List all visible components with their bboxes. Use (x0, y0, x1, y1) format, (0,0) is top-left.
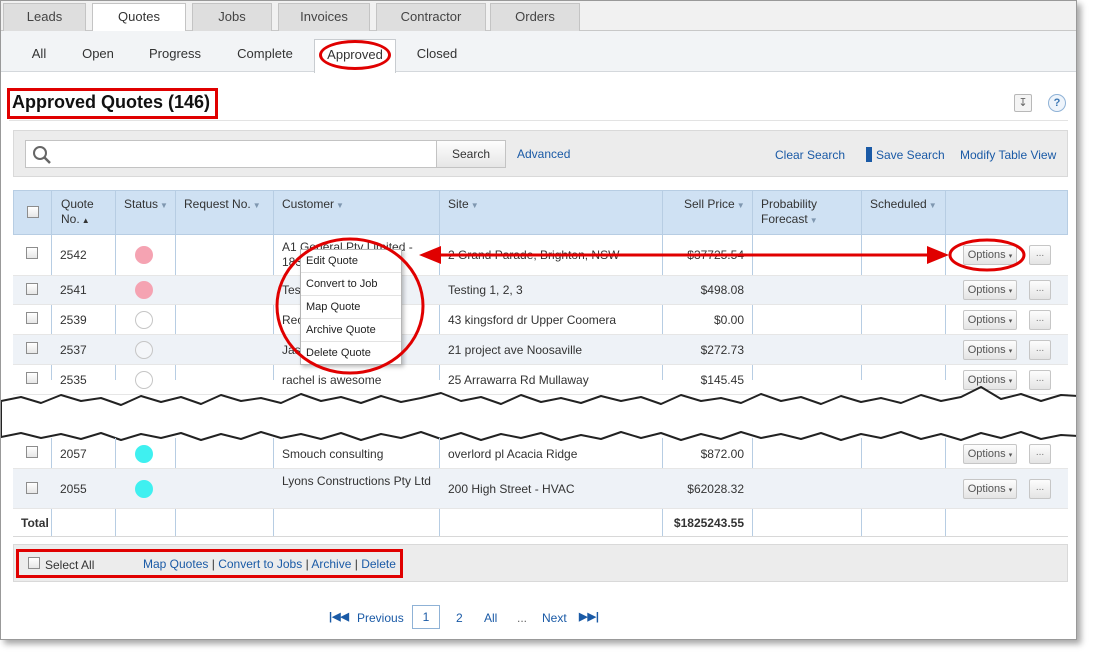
arrow-head-right (927, 246, 949, 264)
app-window: Leads Quotes Jobs Invoices Contractor Or… (0, 0, 1077, 640)
context-menu-highlight-ellipse (275, 237, 425, 375)
arrow-head-left (419, 246, 441, 264)
annotation-overlay (275, 237, 1026, 375)
options-highlight-ellipse (948, 238, 1026, 272)
